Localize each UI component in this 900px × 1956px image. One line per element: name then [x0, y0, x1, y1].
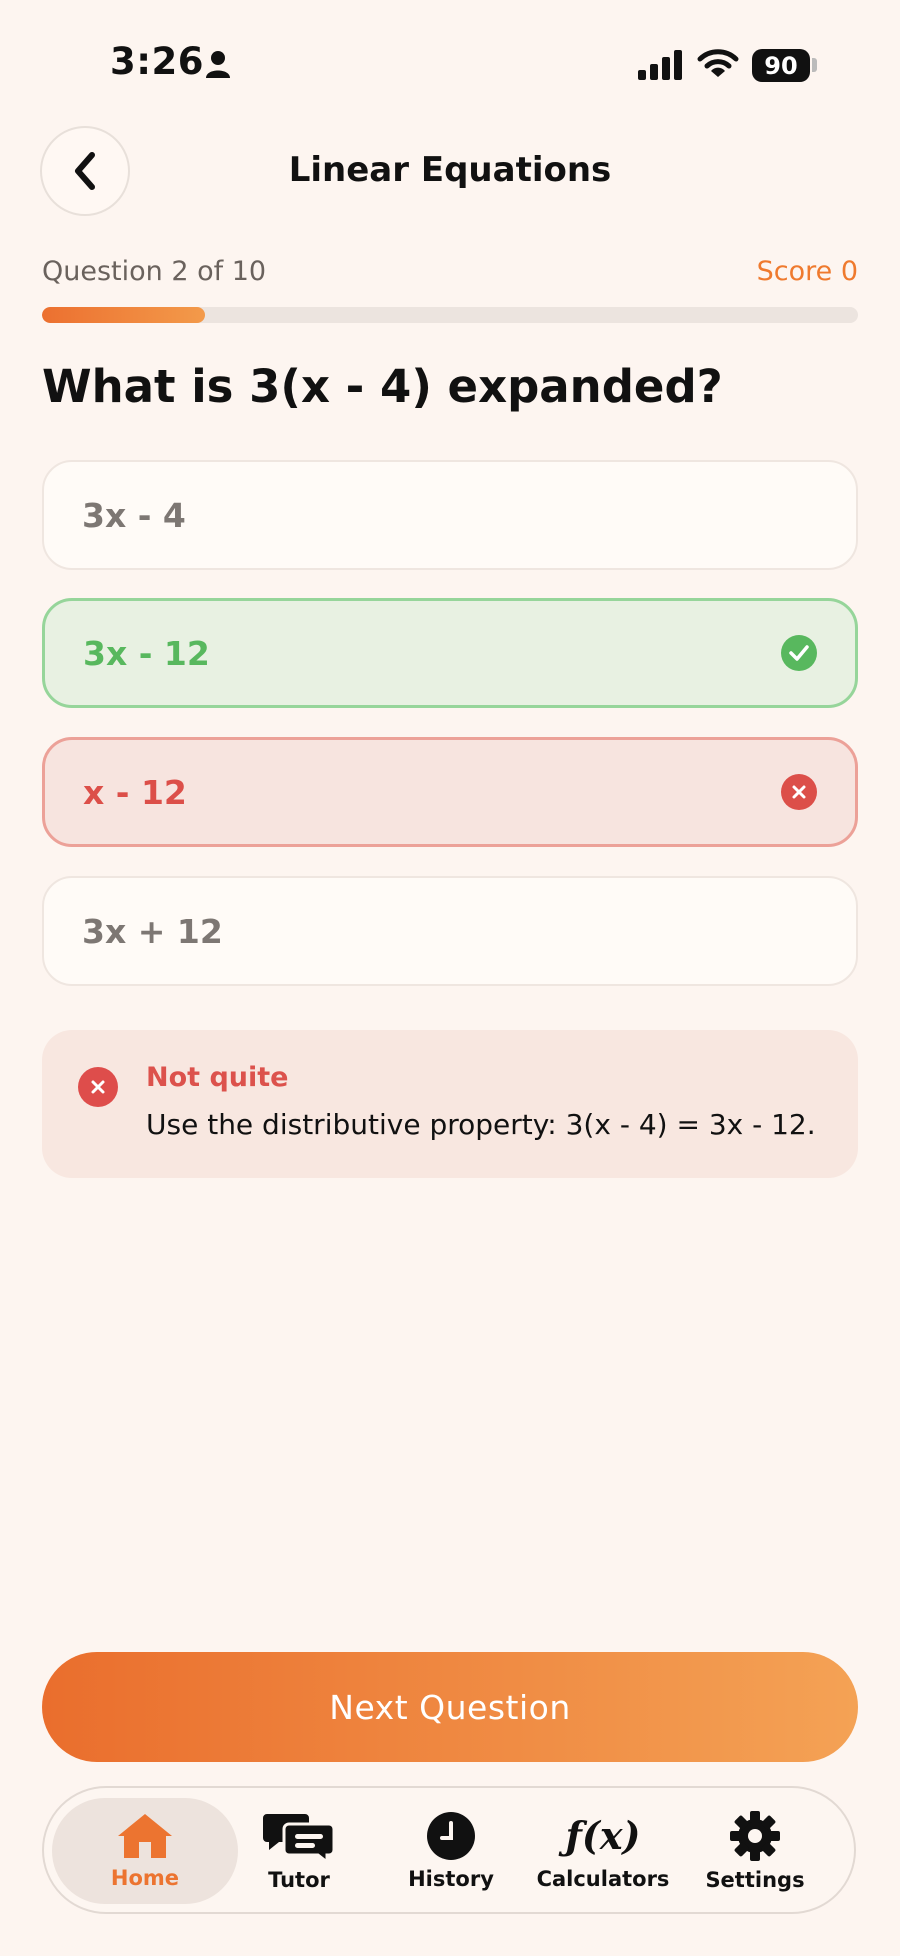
tab-label: History — [408, 1867, 494, 1891]
question-text: What is 3(x - 4) expanded? — [42, 360, 723, 413]
clock-icon — [427, 1812, 475, 1860]
signal-icon — [638, 50, 684, 84]
answer-option-label: x - 12 — [83, 772, 187, 812]
answer-option[interactable]: 3x - 4 — [42, 460, 858, 570]
tab-label: Settings — [705, 1868, 805, 1892]
tab-calculators[interactable]: ƒ(x) Calculators — [528, 1798, 678, 1904]
answer-option-correct[interactable]: 3x - 12 — [42, 598, 858, 708]
tab-label: Calculators — [536, 1867, 670, 1891]
tab-settings[interactable]: Settings — [680, 1798, 830, 1904]
feedback-text: Use the distributive property: 3(x - 4) … — [146, 1108, 816, 1141]
answer-option-label: 3x + 12 — [82, 911, 223, 951]
function-icon: ƒ(x) — [565, 1813, 641, 1858]
score-label: Score 0 — [756, 256, 858, 287]
answer-option[interactable]: 3x + 12 — [42, 876, 858, 986]
answer-option-label: 3x - 4 — [82, 495, 186, 535]
battery-cap — [812, 58, 817, 72]
gear-icon — [730, 1811, 780, 1861]
close-icon — [781, 774, 817, 810]
tab-label: Home — [110, 1866, 180, 1890]
battery-indicator: 90 — [752, 49, 810, 82]
wifi-icon — [697, 47, 739, 83]
progress-fill — [42, 307, 206, 323]
status-time: 3:26 — [110, 40, 205, 83]
tab-home[interactable]: Home — [52, 1798, 238, 1904]
tab-label: Tutor — [268, 1868, 330, 1892]
feedback-card: Not quite Use the distributive property:… — [42, 1030, 858, 1178]
question-counter: Question 2 of 10 — [42, 256, 267, 287]
next-question-button[interactable]: Next Question — [42, 1652, 858, 1762]
tab-bar: Home Tutor History ƒ(x) Calculators Sett… — [42, 1786, 856, 1914]
check-icon — [781, 635, 817, 671]
chat-icon — [263, 1814, 335, 1862]
answer-option-wrong[interactable]: x - 12 — [42, 737, 858, 847]
page-title: Linear Equations — [288, 150, 612, 190]
progress-bar — [42, 307, 858, 323]
person-icon — [205, 50, 231, 82]
error-icon — [78, 1067, 118, 1107]
answer-option-label: 3x - 12 — [83, 633, 210, 673]
home-icon — [118, 1814, 172, 1858]
feedback-title: Not quite — [146, 1062, 289, 1093]
tab-history[interactable]: History — [376, 1798, 526, 1904]
tab-tutor[interactable]: Tutor — [224, 1798, 374, 1904]
